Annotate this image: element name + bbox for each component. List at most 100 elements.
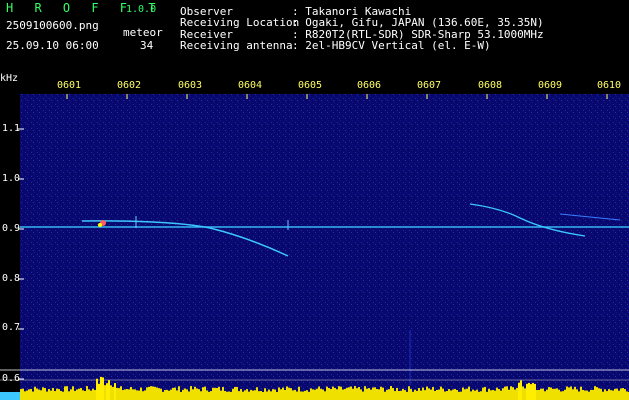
power-bar-segment [600, 388, 602, 400]
power-bar-segment [616, 388, 618, 400]
x-tick-label: 0606 [357, 80, 382, 91]
power-bar-segment [442, 388, 444, 400]
power-bar-segment [278, 387, 280, 400]
power-bar-segment [226, 391, 228, 400]
power-bar-segment [82, 390, 84, 400]
power-bar-segment [364, 386, 366, 400]
power-bar-segment [328, 388, 330, 400]
power-bar-base [0, 392, 20, 400]
power-bar-segment [602, 391, 604, 400]
power-bar-segment [562, 391, 564, 400]
power-bar-segment [276, 391, 278, 400]
power-bar-segment [124, 389, 126, 400]
power-bar-segment [66, 386, 68, 400]
power-bar-segment [72, 386, 74, 400]
power-bar-segment [348, 387, 350, 400]
power-bar-segment [36, 388, 38, 400]
power-bar-segment [470, 391, 472, 400]
power-bar-segment [516, 387, 518, 400]
power-bar-segment [98, 383, 100, 400]
power-bar-segment [524, 388, 526, 400]
power-bar-segment [156, 387, 158, 400]
power-bar-segment [546, 389, 548, 400]
power-bar-segment [450, 390, 452, 400]
power-bar-segment [220, 390, 222, 400]
power-bar-segment [314, 389, 316, 400]
power-bar-segment [244, 390, 246, 400]
power-bar-segment [32, 391, 34, 400]
power-bar-segment [618, 390, 620, 400]
power-bar-segment [398, 390, 400, 400]
power-bar-segment [610, 390, 612, 400]
power-bar-segment [172, 387, 174, 400]
power-bar-segment [424, 390, 426, 400]
power-bar-segment [238, 391, 240, 400]
power-bar-segment [28, 389, 30, 400]
power-bar-segment [222, 387, 224, 400]
power-bar-segment [550, 387, 552, 400]
y-tick-label: 0.8 [2, 273, 21, 284]
power-bar-segment [574, 386, 576, 400]
power-bar-segment [544, 391, 546, 400]
power-bar-segment [506, 386, 508, 400]
power-bar-segment [282, 387, 284, 400]
power-bar-segment [598, 388, 600, 400]
power-bar-segment [294, 389, 296, 400]
power-bar-segment [332, 386, 334, 400]
power-bar-segment [132, 389, 134, 400]
meteor-count: 34 [140, 39, 154, 52]
power-bar-segment [136, 390, 138, 400]
power-bar-segment [592, 389, 594, 400]
power-bar-segment [162, 391, 164, 400]
power-bar-segment [482, 387, 484, 400]
power-bar-segment [108, 380, 110, 400]
power-bar-segment [484, 386, 486, 400]
power-bar-segment [416, 390, 418, 400]
power-bar-segment [606, 391, 608, 400]
power-bar-segment [490, 390, 492, 400]
power-bar-segment [160, 388, 162, 400]
power-bar-segment [436, 389, 438, 400]
power-bar-segment [298, 386, 300, 400]
power-bar-segment [312, 389, 314, 400]
power-bar-segment [584, 390, 586, 400]
power-bar-segment [462, 387, 464, 400]
version-label: 1.0.0 [126, 4, 157, 15]
power-bar-segment [142, 391, 144, 400]
power-bar-segment [146, 387, 148, 400]
power-bar-segment [372, 387, 374, 400]
power-bar-segment [362, 391, 364, 400]
power-bar-segment [428, 388, 430, 400]
power-bar-segment [270, 391, 272, 400]
y-tick-label: 1.1 [2, 123, 21, 134]
power-bar-segment [288, 387, 290, 400]
power-bar-segment [120, 386, 122, 400]
power-bar-segment [406, 391, 408, 400]
power-bar-segment [52, 387, 54, 400]
power-bar-segment [140, 387, 142, 400]
timestamp-label: 25.09.10 06:00 [6, 39, 99, 52]
power-bar-segment [476, 389, 478, 400]
power-bar-segment [502, 388, 504, 400]
power-bar-segment [216, 388, 218, 400]
power-bar-segment [582, 389, 584, 400]
power-bar-segment [212, 387, 214, 400]
power-bar-segment [580, 386, 582, 400]
power-bar-segment [152, 386, 154, 400]
power-bar-segment [164, 390, 166, 400]
power-bar-segment [180, 391, 182, 400]
power-bar-segment [440, 386, 442, 400]
power-bar-segment [460, 391, 462, 400]
power-bar-segment [38, 389, 40, 400]
power-bar-segment [566, 386, 568, 400]
x-tick-label: 0609 [538, 80, 563, 91]
power-bar-segment [454, 388, 456, 400]
power-bar-segment [264, 388, 266, 400]
power-bar-segment [396, 387, 398, 400]
power-bar-segment [414, 389, 416, 400]
power-bar-segment [590, 389, 592, 400]
power-bar-segment [344, 389, 346, 400]
power-bar-segment [178, 386, 180, 400]
power-bar-segment [322, 389, 324, 400]
y-tick-label: 0.7 [2, 322, 21, 333]
